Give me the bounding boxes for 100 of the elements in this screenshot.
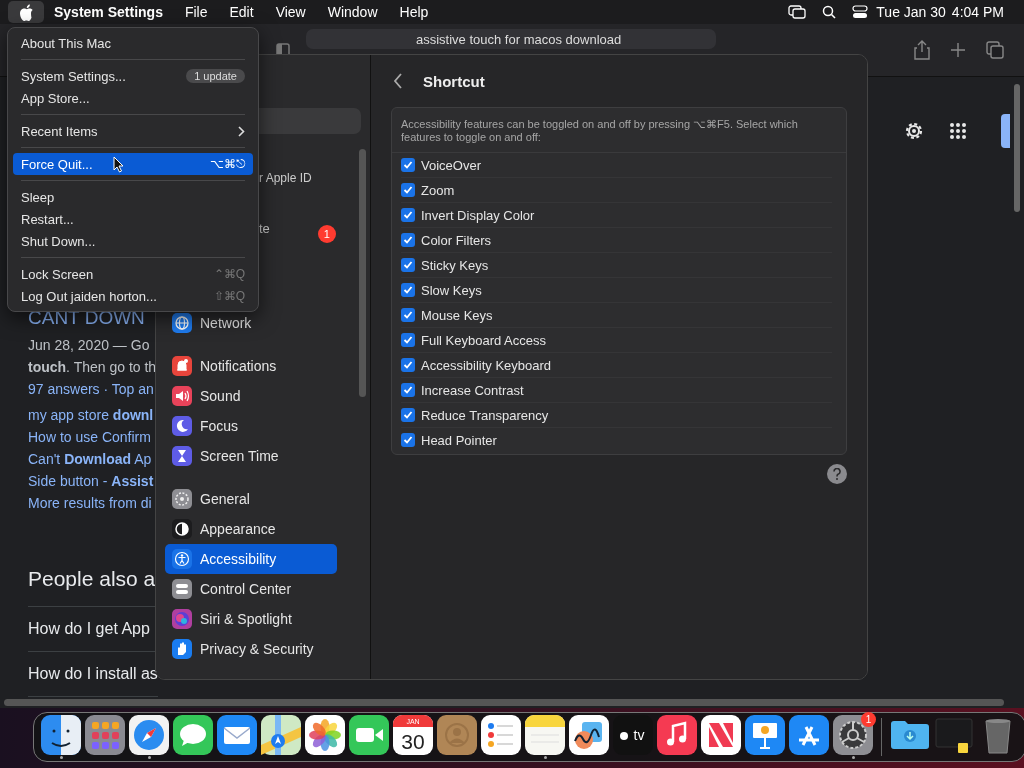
menu-label: Force Quit... bbox=[21, 156, 93, 172]
back-chevron-icon[interactable] bbox=[393, 73, 403, 89]
checkbox[interactable] bbox=[401, 283, 415, 297]
menu-item[interactable]: Lock Screen ⌃⌘Q bbox=[13, 263, 253, 285]
contact-card-icon[interactable] bbox=[437, 715, 477, 755]
windows-icon[interactable] bbox=[788, 5, 807, 19]
settings-icon[interactable] bbox=[903, 120, 925, 142]
checkbox[interactable] bbox=[401, 408, 415, 422]
flower-icon[interactable] bbox=[305, 715, 345, 755]
window-thumbnail-icon[interactable] bbox=[934, 715, 974, 755]
sidebar-item[interactable]: Control Center bbox=[165, 574, 337, 604]
sidebar-item[interactable]: r Apple ID bbox=[259, 171, 312, 185]
hourglass-icon bbox=[172, 446, 192, 466]
menu-item[interactable]: Help bbox=[399, 4, 429, 20]
menu-item[interactable]: About This Mac bbox=[13, 32, 253, 54]
menu-label: App Store... bbox=[21, 90, 90, 106]
calendar-day: 30 bbox=[401, 730, 425, 753]
search-icon[interactable] bbox=[822, 5, 837, 19]
menu-item[interactable]: Shut Down... bbox=[13, 230, 253, 252]
app-grid-icon[interactable] bbox=[85, 715, 125, 755]
time-text[interactable]: 4:04 PM bbox=[951, 4, 1004, 20]
checkbox[interactable] bbox=[401, 333, 415, 347]
sidebar-item[interactable]: Privacy & Security bbox=[165, 634, 337, 664]
map-icon[interactable] bbox=[261, 715, 301, 755]
menu-label: About This Mac bbox=[21, 35, 112, 51]
globe-icon bbox=[172, 313, 192, 333]
tabs-icon[interactable] bbox=[986, 41, 1004, 59]
notepad-icon[interactable] bbox=[525, 715, 565, 755]
sidebar-item[interactable]: te bbox=[259, 220, 270, 236]
checkbox[interactable] bbox=[401, 233, 415, 247]
chevron-icon bbox=[238, 125, 245, 137]
result-link[interactable]: Can't Download Ap bbox=[28, 448, 158, 470]
menu-item[interactable]: System Settings... 1 update bbox=[13, 65, 253, 87]
sidebar-item[interactable]: Notifications bbox=[165, 351, 337, 381]
control-center-icon[interactable] bbox=[852, 5, 869, 19]
menu-item[interactable]: Log Out jaiden horton... ⇧⌘Q bbox=[13, 285, 253, 307]
gear-icon[interactable] bbox=[833, 715, 873, 755]
checkbox[interactable] bbox=[401, 258, 415, 272]
envelope-icon[interactable] bbox=[217, 715, 257, 755]
sidebar-item[interactable]: General bbox=[165, 484, 337, 514]
menu-item[interactable]: Restart... bbox=[13, 208, 253, 230]
sidebar-item[interactable]: Sound bbox=[165, 381, 337, 411]
result-link[interactable]: 97 answers · Top an bbox=[28, 378, 158, 400]
feature-label: Mouse Keys bbox=[421, 307, 493, 323]
menu-item[interactable]: Sleep bbox=[13, 186, 253, 208]
feature-label: VoiceOver bbox=[421, 157, 481, 173]
checkbox[interactable] bbox=[401, 383, 415, 397]
sidebar-item[interactable]: Siri & Spotlight bbox=[165, 604, 337, 634]
checkbox[interactable] bbox=[401, 308, 415, 322]
music-note-icon[interactable] bbox=[657, 715, 697, 755]
app-store-icon[interactable] bbox=[789, 715, 829, 755]
half-circle-icon bbox=[172, 519, 192, 539]
checkbox[interactable] bbox=[401, 433, 415, 447]
result-link[interactable]: More results from di bbox=[28, 492, 158, 514]
feature-label: Invert Display Color bbox=[421, 207, 535, 223]
menu-item[interactable]: App Store... bbox=[13, 87, 253, 109]
menu-item[interactable]: Edit bbox=[229, 4, 254, 20]
sidebar-item[interactable]: Screen Time bbox=[165, 441, 337, 471]
news-icon[interactable] bbox=[701, 715, 741, 755]
sidebar-item[interactable]: Focus bbox=[165, 411, 337, 441]
apple-icon bbox=[18, 3, 34, 21]
question-text[interactable]: How do I install as bbox=[28, 652, 158, 696]
apps-grid-icon[interactable] bbox=[949, 122, 967, 140]
feature-label: Slow Keys bbox=[421, 282, 482, 298]
speech-bubble-icon[interactable] bbox=[173, 715, 213, 755]
menu-item[interactable]: Window bbox=[327, 4, 378, 20]
menu-item[interactable]: File bbox=[184, 4, 208, 20]
checkbox[interactable] bbox=[401, 183, 415, 197]
date-text[interactable]: Tue Jan 30 bbox=[876, 4, 946, 20]
scrollbar[interactable] bbox=[4, 699, 1004, 706]
menu-item[interactable]: Force Quit... ⌥⌘⎋ bbox=[13, 153, 253, 175]
result-link[interactable]: Side button - Assist bbox=[28, 470, 158, 492]
checklist-icon[interactable] bbox=[481, 715, 521, 755]
apple-menu-button[interactable] bbox=[8, 1, 44, 23]
compass-icon[interactable] bbox=[129, 715, 169, 755]
checkbox[interactable] bbox=[401, 158, 415, 172]
plus-icon[interactable] bbox=[950, 42, 966, 58]
podium-icon[interactable] bbox=[745, 715, 785, 755]
checkbox[interactable] bbox=[401, 358, 415, 372]
menu-item[interactable]: Recent Items bbox=[13, 120, 253, 142]
menu-item[interactable]: View bbox=[275, 4, 306, 20]
squiggle-icon[interactable] bbox=[569, 715, 609, 755]
result-link[interactable]: my app store downl bbox=[28, 404, 158, 426]
smiling-face-icon[interactable] bbox=[41, 715, 81, 755]
help-button[interactable] bbox=[827, 464, 847, 484]
menu-label: Log Out jaiden horton... bbox=[21, 288, 157, 304]
address-field[interactable]: assistive touch for macos download bbox=[306, 29, 716, 49]
feature-label: Sticky Keys bbox=[421, 257, 489, 273]
sidebar-item[interactable]: Appearance bbox=[165, 514, 337, 544]
menu-label: Recent Items bbox=[21, 123, 98, 139]
sidebar-item[interactable]: Accessibility bbox=[165, 544, 337, 574]
scrollbar[interactable] bbox=[359, 149, 366, 397]
video-camera-icon[interactable] bbox=[349, 715, 389, 755]
sidebar-item[interactable]: Network bbox=[165, 308, 337, 338]
scrollbar[interactable] bbox=[1014, 84, 1020, 212]
checkbox[interactable] bbox=[401, 208, 415, 222]
result-link[interactable]: How to use Confirm bbox=[28, 426, 158, 448]
question-text[interactable]: How do I get App bbox=[28, 607, 158, 651]
share-icon[interactable] bbox=[914, 40, 930, 60]
app-menu[interactable]: System Settings bbox=[54, 4, 163, 20]
